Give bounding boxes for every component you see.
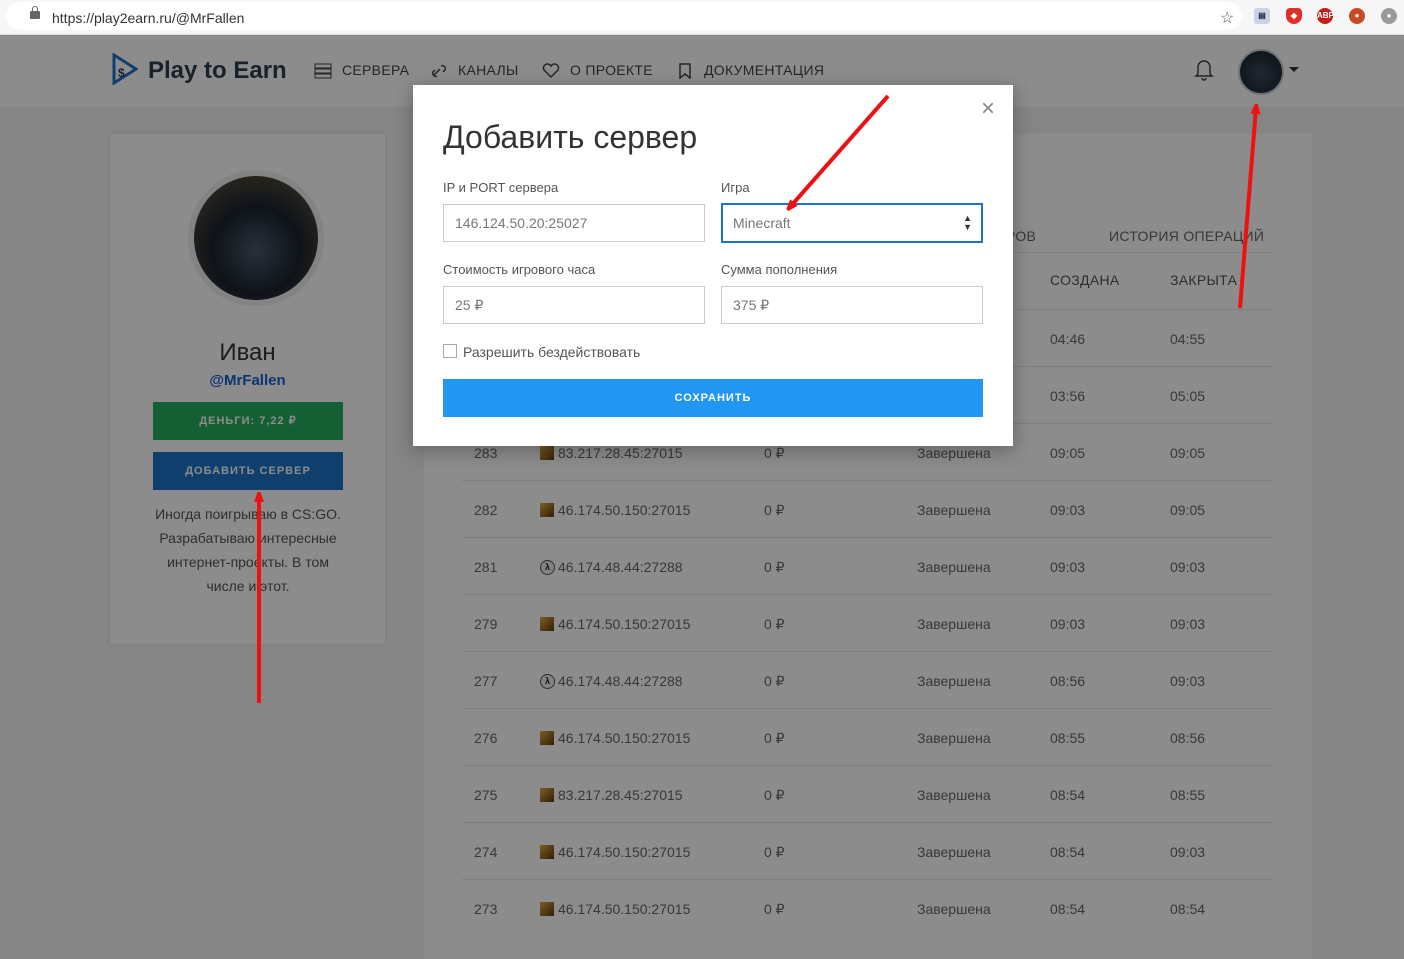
url-text[interactable]: https://play2earn.ru/@MrFallen (52, 10, 244, 26)
browser-toolbar: https://play2earn.ru/@MrFallen ☆ ▤ ◆ ABP… (0, 0, 1404, 35)
allow-idle-label[interactable]: Разрешить бездействовать (463, 344, 640, 360)
allow-idle-checkbox[interactable] (443, 344, 457, 358)
abp-icon[interactable]: ABP (1317, 8, 1334, 24)
game-label: Игра (721, 180, 750, 195)
ip-port-input[interactable]: 146.124.50.20:25027 (443, 204, 705, 242)
lock-icon (30, 6, 40, 19)
top-up-sum-input[interactable]: 375 ₽ (721, 286, 983, 324)
shield-icon[interactable]: ◆ (1286, 8, 1302, 24)
profile-icon[interactable]: ● (1381, 8, 1397, 24)
bookmark-star-icon[interactable]: ☆ (1220, 8, 1234, 28)
hourly-cost-input[interactable]: 25 ₽ (443, 286, 705, 324)
add-server-modal: × Добавить сервер IP и PORT сервера 146.… (413, 85, 1013, 446)
modal-title: Добавить сервер (443, 119, 698, 155)
game-select[interactable]: Minecraft ▲ ▼ (721, 203, 983, 243)
save-button[interactable]: СОХРАНИТЬ (443, 379, 983, 417)
puzzle-icon[interactable]: ● (1349, 8, 1365, 24)
select-arrows-icon: ▲ ▼ (963, 213, 972, 232)
flag-icon[interactable]: ▤ (1254, 8, 1270, 24)
address-bar[interactable]: https://play2earn.ru/@MrFallen ☆ (6, 2, 1242, 30)
sum-label: Сумма пополнения (721, 262, 838, 277)
ip-label: IP и PORT сервера (443, 180, 559, 195)
game-select-value: Minecraft (733, 215, 791, 231)
close-icon[interactable]: × (981, 97, 995, 121)
cost-label: Стоимость игрового часа (443, 262, 596, 277)
